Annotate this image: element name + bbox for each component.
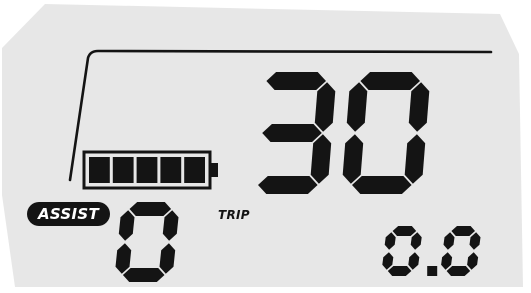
battery-terminal [210,163,218,177]
battery-bar-2 [112,157,134,183]
speed-digit-0-seg-d [258,176,318,194]
speed-digit-1-seg-a [360,72,420,90]
trip-label: TRIP [218,208,250,222]
assist-label: ASSIST [27,202,110,226]
lcd-display: 5 ASSIST TRIP 30 0 0.0 [0,0,531,293]
lcd-panel [2,4,523,287]
battery-bar-4 [160,157,182,183]
battery-bar-5 [184,157,205,183]
speed-digit-1-seg-d [352,176,412,194]
battery-bar-1 [89,157,110,183]
assist-level-digit-0-seg-d [122,268,165,282]
trip-distance-decimal-point [427,266,438,276]
speed-digit-0-seg-g [262,124,322,142]
assist-level-digit-0-seg-a [129,202,172,216]
battery-bar-3 [136,157,158,183]
speed-digit-0-seg-a [266,72,326,90]
